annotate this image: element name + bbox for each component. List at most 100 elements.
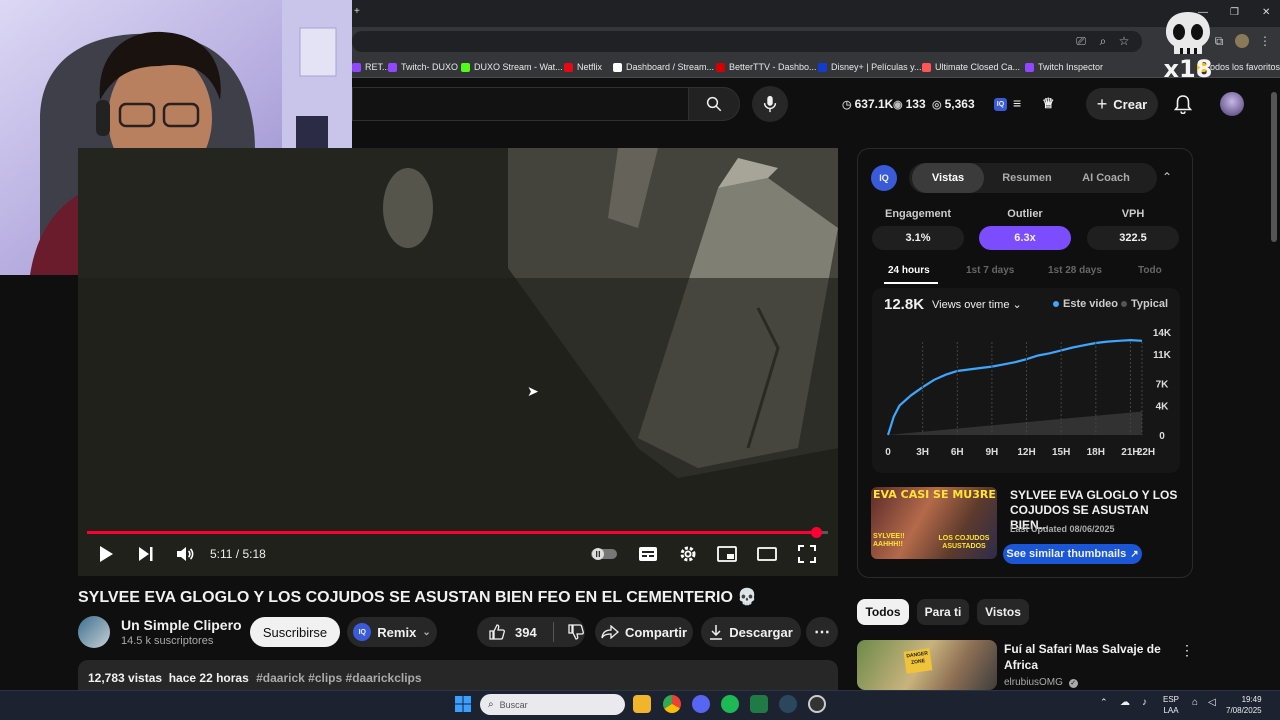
range-7-days[interactable]: 1st 7 days [966,265,1014,276]
bookmark-item[interactable]: Disney+ | Películas y... [818,60,921,74]
y-tick-label: 4K [1156,402,1170,413]
close-window-icon[interactable]: ✕ [1262,7,1270,18]
remix-button[interactable]: IQ Remix ⌄ [347,617,437,647]
thumbs-down-icon[interactable] [568,624,584,640]
tab-resumen[interactable]: Resumen [990,163,1064,193]
metric-outlier-value: 6.3x [979,226,1071,250]
theater-mode-button[interactable] [756,543,778,565]
install-app-icon[interactable]: ⎚ [1074,34,1088,48]
browser-menu-icon[interactable]: ⋮ [1258,34,1272,48]
new-tab-icon[interactable]: + [354,6,360,17]
range-24-hours[interactable]: 24 hours [888,265,930,276]
discord-icon[interactable] [692,695,710,713]
collapse-chevron-icon[interactable]: ⌃ [1162,170,1172,184]
download-button[interactable]: Descargar [701,617,801,647]
bookmark-item[interactable]: Ultimate Closed Ca... [922,60,1020,74]
profile-icon[interactable] [1235,34,1249,48]
see-similar-thumbnails-button[interactable]: See similar thumbnails ↗ [1003,544,1142,564]
keyboard-language[interactable]: ESP LAA [1163,694,1179,716]
video-player[interactable] [78,148,838,576]
page-scrollbar[interactable] [1271,92,1277,242]
suggested-thumbnail[interactable]: EVA CASI SE MU3RE.. SYLVEE!! AAHHH!! LOS… [871,487,997,559]
range-todo[interactable]: Todo [1138,265,1162,276]
thumbs-up-icon[interactable] [489,624,505,640]
tab-ai-coach[interactable]: AI Coach [1070,163,1142,193]
spotify-icon[interactable] [721,695,739,713]
bookmark-label: odos los favoritos [1210,62,1280,72]
notifications-button[interactable] [1173,94,1194,115]
description-summary: 12,783 vistas hace 22 horas #daarick #cl… [88,671,422,685]
progress-scrubber[interactable] [811,527,822,538]
address-bar[interactable] [352,31,1142,52]
menu-lines-icon[interactable]: ≡ [1013,95,1021,111]
bookmark-item[interactable]: BetterTTV - Dashbo... [716,60,817,74]
file-explorer-icon[interactable] [633,695,651,713]
bookmark-item[interactable]: RET... [352,60,390,74]
trophy-icon[interactable]: ♕ [1042,95,1055,112]
share-button[interactable]: Compartir [595,617,693,647]
recommendation-title[interactable]: Fuí al Safari Mas Salvaje de Africa [1004,641,1169,673]
volume-button[interactable] [174,543,196,565]
fullscreen-button[interactable] [797,543,817,565]
zoom-icon[interactable]: ⌕ [1096,34,1110,48]
taskbar-search-input[interactable]: ⌕ Buscar [480,694,625,715]
x-tick-label: 12H [1017,447,1035,458]
bookmark-item[interactable]: Dashboard / Stream... [613,60,714,74]
miniplayer-button[interactable] [716,543,738,565]
chevron-down-icon: ⌄ [1012,299,1022,311]
video-frame[interactable] [78,148,838,576]
hashtags[interactable]: #daarick #clips #daarickclips [256,671,421,685]
total-views: 12.8K [884,296,925,313]
search-input[interactable] [352,87,688,121]
account-avatar[interactable] [1220,92,1244,116]
thumb-top-text: EVA CASI SE MU3RE.. [873,488,997,501]
bookmark-favicon-icon [613,62,622,72]
recommendation-channel[interactable]: elrubiusOMG ✓ [1004,677,1078,688]
voice-search-button[interactable] [752,86,788,122]
maximize-icon[interactable]: ❐ [1230,7,1239,18]
subscribe-button[interactable]: Suscribirse [250,617,340,647]
chip-vistos[interactable]: Vistos [977,599,1029,625]
obs-icon[interactable] [808,695,826,713]
speaker-icon[interactable]: ◁ [1208,697,1216,708]
chip-para-ti[interactable]: Para ti [917,599,969,625]
cloud-icon[interactable]: ☁ [1120,697,1130,708]
channel-name[interactable]: Un Simple Clipero [121,617,242,633]
bookmark-item[interactable]: DUXO Stream - Wat... [461,60,563,74]
tray-chevron-icon[interactable]: ⌃ [1100,697,1108,708]
chip-todos[interactable]: Todos [857,599,909,625]
vidiq-extension-icon[interactable]: IQ [994,98,1007,111]
subtitles-button[interactable] [637,543,659,565]
tab-vistas[interactable]: Vistas [912,163,984,193]
bookmark-item[interactable]: Netflix [564,60,602,74]
x-tick-label: 6H [951,447,964,458]
channel-avatar[interactable] [78,616,110,648]
bookmark-item[interactable]: Twitch- DUXO [388,60,458,74]
taskbar-clock[interactable]: 19:49 7/08/2025 [1226,694,1262,716]
chrome-icon[interactable] [663,695,681,713]
windows-start-icon[interactable] [455,696,471,712]
range-28-days[interactable]: 1st 28 days [1048,265,1102,276]
search-button[interactable] [688,87,740,121]
tray-mic-icon[interactable]: ♪ [1142,697,1147,708]
bookmark-favicon-icon [716,62,725,72]
legend-dot-gray [1121,301,1127,307]
recommendation-thumbnail[interactable]: DANGER ZONE [857,640,997,690]
metric-vph-value: 322.5 [1087,226,1179,250]
steam-icon[interactable] [779,695,797,713]
settings-button[interactable] [678,543,698,565]
bookmark-item[interactable]: Twitch Inspector [1025,60,1103,74]
bookmark-star-icon[interactable]: ☆ [1117,34,1131,48]
recommendation-menu-icon[interactable]: ⋮ [1180,642,1194,659]
excel-icon[interactable] [750,695,768,713]
like-count[interactable]: 394 [515,625,537,640]
typical-area [888,411,1142,435]
more-actions-button[interactable]: ⋯ [806,617,838,647]
autoplay-toggle[interactable] [590,543,618,565]
subtitles-icon [639,547,657,561]
views-over-time-dropdown[interactable]: Views over time ⌄ [932,298,1022,311]
next-button[interactable] [136,543,156,565]
create-button[interactable]: + Crear [1086,88,1158,120]
network-icon[interactable]: ⌂ [1192,697,1198,708]
play-button[interactable] [96,543,116,565]
